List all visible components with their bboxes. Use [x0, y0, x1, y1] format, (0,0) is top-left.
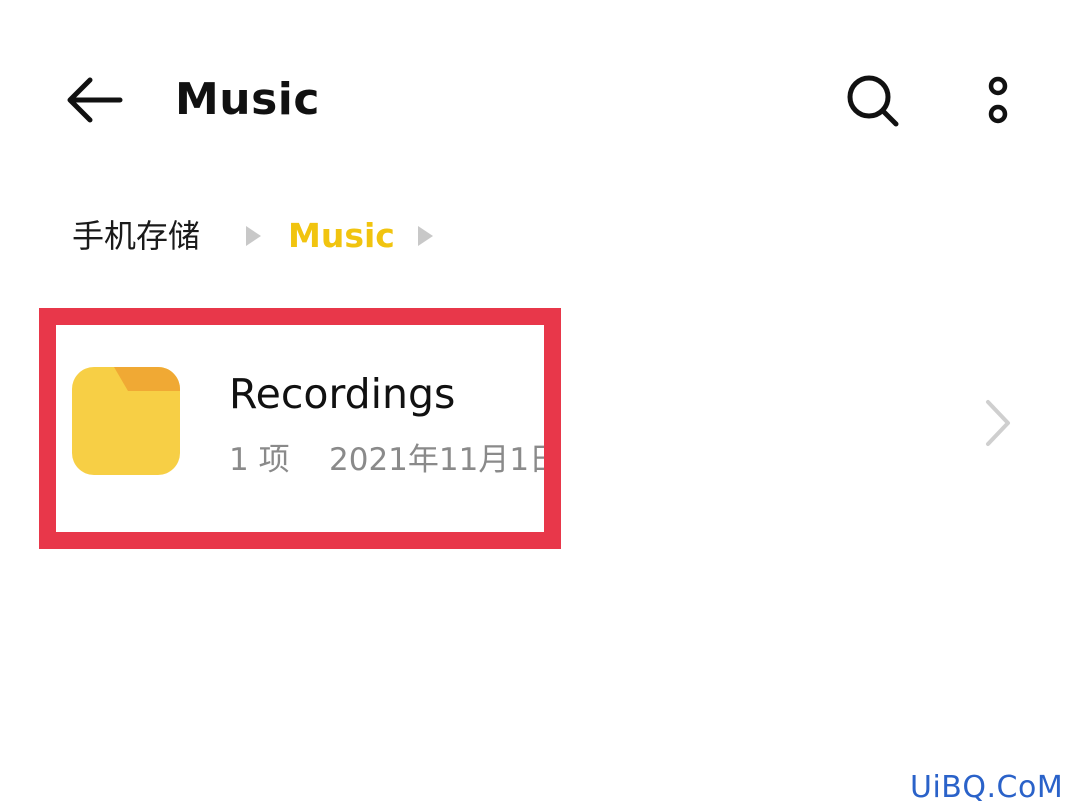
more-options-button[interactable] [976, 70, 1020, 132]
breadcrumb-current[interactable]: Music [288, 214, 395, 258]
file-manager-screen: Music 手机存储 Music Recordings 1 项 2021年11月… [0, 0, 1080, 810]
folder-icon [72, 367, 180, 475]
search-button[interactable] [842, 70, 904, 132]
folder-meta: 1 项 2021年11月1日 [229, 442, 561, 478]
back-arrow-icon [67, 77, 123, 123]
search-icon [847, 75, 899, 127]
triangle-right-icon [246, 226, 261, 246]
folder-list-item[interactable]: Recordings 1 项 2021年11月1日 [0, 330, 1080, 520]
triangle-right-icon [418, 226, 433, 246]
folder-name: Recordings [229, 370, 456, 418]
back-button[interactable] [62, 68, 128, 132]
more-vertical-icon [988, 76, 1008, 124]
page-title: Music [175, 74, 320, 125]
chevron-right-icon [986, 400, 1010, 446]
watermark: UiBQ.CoM [910, 770, 1064, 805]
breadcrumb-root[interactable]: 手机存储 [72, 214, 200, 258]
